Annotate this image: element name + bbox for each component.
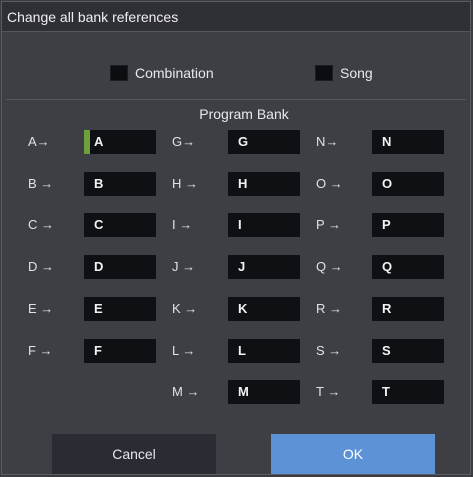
- bank-slot-i[interactable]: I: [228, 213, 300, 237]
- bank-label-h: H →: [172, 176, 198, 191]
- bank-slot-p[interactable]: P: [372, 213, 444, 237]
- change-bank-references-dialog: Change all bank references Combination S…: [1, 1, 471, 475]
- bank-slot-o[interactable]: O: [372, 172, 444, 196]
- bank-label-i: I →: [172, 217, 193, 232]
- combination-option[interactable]: Combination: [110, 64, 214, 82]
- combination-checkbox[interactable]: [110, 65, 128, 81]
- bank-slot-l[interactable]: L: [228, 339, 300, 363]
- bank-label-k: K →: [172, 301, 198, 316]
- bank-label-g: G→: [172, 134, 196, 149]
- bank-slot-k[interactable]: K: [228, 297, 300, 321]
- bank-slot-j[interactable]: J: [228, 255, 300, 279]
- bank-label-j: J →: [172, 259, 196, 274]
- bank-label-r: R →: [316, 301, 342, 316]
- bank-label-l: L →: [172, 343, 196, 358]
- bank-label-o: O →: [316, 176, 343, 191]
- bank-slot-r[interactable]: R: [372, 297, 444, 321]
- bank-slot-g[interactable]: G: [228, 130, 300, 154]
- bank-label-q: Q →: [316, 259, 343, 274]
- bank-slot-e[interactable]: E: [84, 297, 156, 321]
- bank-label-e: E →: [28, 301, 54, 316]
- bank-slot-a[interactable]: A: [84, 130, 156, 154]
- bank-slot-h[interactable]: H: [228, 172, 300, 196]
- bank-label-f: F →: [28, 343, 53, 358]
- song-checkbox[interactable]: [315, 65, 333, 81]
- bank-slot-n[interactable]: N: [372, 130, 444, 154]
- bank-slot-c[interactable]: C: [84, 213, 156, 237]
- bank-label-c: C →: [28, 217, 54, 232]
- bank-slot-m[interactable]: M: [228, 380, 300, 404]
- section-divider: [6, 99, 466, 100]
- bank-slot-b[interactable]: B: [84, 172, 156, 196]
- bank-label-a: A→: [28, 134, 50, 149]
- bank-slot-t[interactable]: T: [372, 380, 444, 404]
- bank-slot-s[interactable]: S: [372, 339, 444, 363]
- cancel-button[interactable]: Cancel: [52, 434, 216, 474]
- bank-label-s: S →: [316, 343, 342, 358]
- bank-label-d: D →: [28, 259, 54, 274]
- bank-label-t: T →: [316, 384, 341, 399]
- program-bank-title: Program Bank: [199, 106, 289, 122]
- bank-label-p: P →: [316, 217, 342, 232]
- bank-slot-f[interactable]: F: [84, 339, 156, 363]
- bank-label-n: N→: [316, 134, 339, 149]
- combination-label: Combination: [135, 65, 214, 81]
- ok-button[interactable]: OK: [271, 434, 435, 474]
- song-label: Song: [340, 65, 373, 81]
- dialog-title: Change all bank references: [2, 2, 470, 32]
- bank-slot-d[interactable]: D: [84, 255, 156, 279]
- bank-label-b: B →: [28, 176, 54, 191]
- bank-slot-q[interactable]: Q: [372, 255, 444, 279]
- bank-label-m: M →: [172, 384, 200, 399]
- song-option[interactable]: Song: [315, 64, 373, 82]
